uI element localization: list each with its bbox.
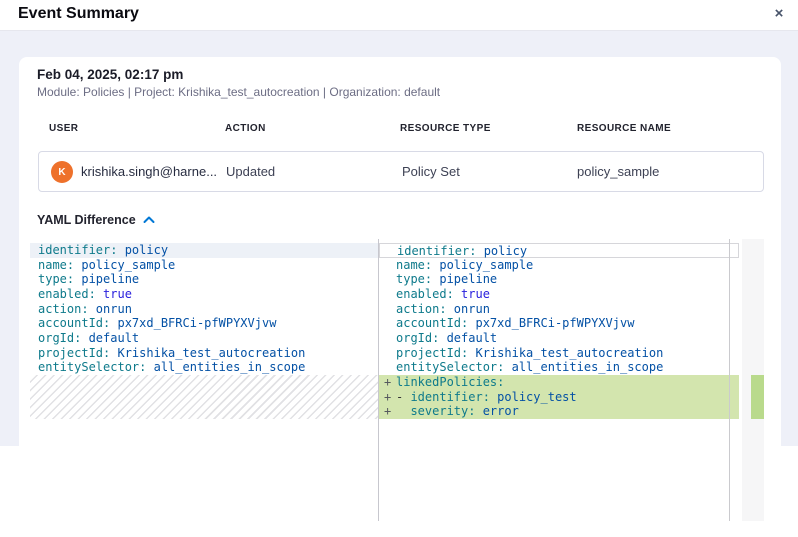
code-line: type: pipeline bbox=[379, 272, 739, 287]
yaml-difference-label: YAML Difference bbox=[37, 213, 136, 227]
overview-added-decoration bbox=[751, 375, 764, 419]
code-line: enabled: true bbox=[30, 287, 378, 302]
avatar: K bbox=[51, 161, 73, 183]
modal-header: Event Summary × bbox=[0, 0, 798, 31]
code-line: enabled: true bbox=[379, 287, 739, 302]
code-line: type: pipeline bbox=[30, 272, 378, 287]
code-line: entitySelector: all_entities_in_scope bbox=[379, 360, 739, 375]
overview-ruler-border bbox=[729, 239, 730, 521]
resource-name-value: policy_sample bbox=[577, 152, 659, 191]
code-line: name: policy_sample bbox=[30, 258, 378, 273]
code-line: accountId: px7xd_BFRCi-pfWPYXVjvw bbox=[379, 316, 739, 331]
code-line: projectId: Krishika_test_autocreation bbox=[30, 346, 378, 361]
code-line: action: onrun bbox=[30, 302, 378, 317]
code-line: +linkedPolicies: bbox=[379, 375, 739, 390]
code-line: projectId: Krishika_test_autocreation bbox=[379, 346, 739, 361]
yaml-diff-editor: identifier: policyname: policy_sampletyp… bbox=[30, 239, 764, 521]
column-header-resource-type: RESOURCE TYPE bbox=[400, 123, 491, 134]
column-header-action: ACTION bbox=[225, 123, 266, 134]
resource-type-value: Policy Set bbox=[402, 152, 460, 191]
column-header-user: USER bbox=[49, 123, 78, 134]
diff-right-pane[interactable]: identifier: policyname: policy_sampletyp… bbox=[379, 239, 739, 521]
event-card: Feb 04, 2025, 02:17 pm Module: Policies … bbox=[19, 57, 781, 537]
code-line: orgId: default bbox=[379, 331, 739, 346]
diff-overview-scrollbar[interactable] bbox=[742, 239, 764, 521]
close-button[interactable]: × bbox=[769, 4, 789, 24]
diff-left-pane[interactable]: identifier: policyname: policy_sampletyp… bbox=[30, 239, 378, 521]
diff-placeholder-hatch bbox=[30, 375, 378, 419]
column-header-resource-name: RESOURCE NAME bbox=[577, 123, 671, 134]
close-icon: × bbox=[775, 5, 784, 22]
code-line: identifier: policy bbox=[30, 243, 378, 258]
page-title: Event Summary bbox=[18, 5, 139, 23]
user-email: krishika.singh@harne... bbox=[81, 152, 217, 191]
diff-added-marker: + bbox=[384, 390, 391, 405]
event-summary-modal: { "header": { "title": "Event Summary", … bbox=[0, 0, 798, 446]
code-line: identifier: policy bbox=[379, 243, 739, 258]
code-line: +- identifier: policy_test bbox=[379, 390, 739, 405]
code-line: name: policy_sample bbox=[379, 258, 739, 273]
action-value: Updated bbox=[226, 152, 275, 191]
yaml-difference-toggle[interactable]: YAML Difference bbox=[37, 213, 155, 227]
code-line: action: onrun bbox=[379, 302, 739, 317]
chevron-up-icon bbox=[143, 216, 155, 224]
diff-added-marker: + bbox=[384, 375, 391, 390]
code-line: + severity: error bbox=[379, 404, 739, 419]
code-line: orgId: default bbox=[30, 331, 378, 346]
diff-added-marker: + bbox=[384, 404, 391, 419]
event-metadata: Module: Policies | Project: Krishika_tes… bbox=[37, 85, 440, 99]
table-row: K krishika.singh@harne... Updated Policy… bbox=[38, 151, 764, 192]
code-line: accountId: px7xd_BFRCi-pfWPYXVjvw bbox=[30, 316, 378, 331]
event-timestamp: Feb 04, 2025, 02:17 pm bbox=[37, 67, 183, 82]
modal-body: Feb 04, 2025, 02:17 pm Module: Policies … bbox=[0, 31, 798, 446]
code-line: entitySelector: all_entities_in_scope bbox=[30, 360, 378, 375]
